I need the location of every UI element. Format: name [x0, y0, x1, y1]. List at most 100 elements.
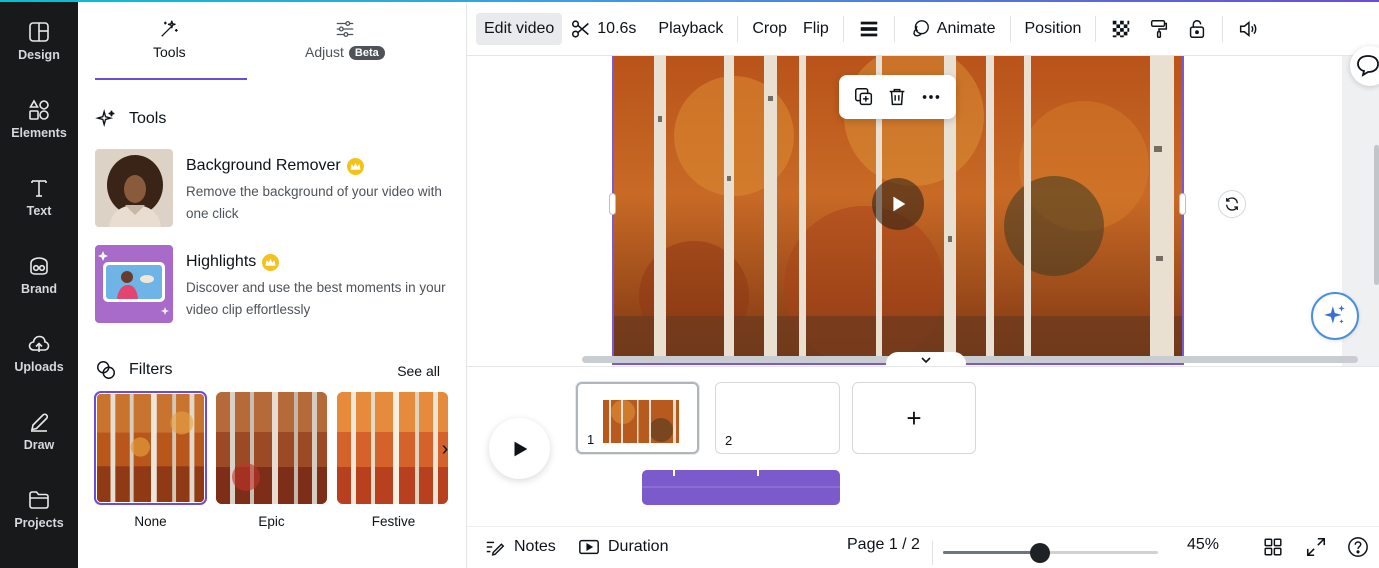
play-icon	[514, 441, 527, 456]
tool-highlights[interactable]: Highlights Discover and use the best mom…	[95, 245, 455, 325]
animate-button[interactable]: Animate	[901, 13, 1004, 45]
duplicate-icon[interactable]	[853, 86, 875, 108]
duration-button[interactable]: Duration	[578, 536, 668, 558]
elements-icon	[29, 99, 49, 120]
video-play-button[interactable]	[872, 178, 924, 230]
tab-tools[interactable]: Tools	[153, 18, 186, 60]
context-toolbar: Edit video 10.6s Playback Crop Flip Anim…	[467, 2, 1379, 56]
transparency-button[interactable]	[1102, 13, 1140, 45]
tool-title-text: Background Remover	[186, 157, 341, 174]
edit-video-button[interactable]: Edit video	[476, 12, 563, 45]
timeline-play-button[interactable]	[489, 418, 550, 479]
crown-icon	[262, 253, 280, 271]
notes-button[interactable]: Notes	[484, 536, 556, 558]
rail-label: Design	[18, 48, 60, 62]
page-number: 2	[725, 433, 733, 448]
toolbar-divider	[893, 15, 895, 42]
transparency-icon	[1113, 20, 1130, 37]
zoom-level-button[interactable]: 45%	[1187, 536, 1219, 554]
page-thumbnail-2[interactable]: 2	[715, 382, 840, 454]
volume-icon	[1240, 20, 1257, 37]
resize-handle-left[interactable]	[609, 193, 616, 215]
rail-item-brand[interactable]: Brand	[0, 236, 78, 306]
rail-item-text[interactable]: Text	[0, 158, 78, 228]
comment-icon	[1357, 55, 1379, 77]
resize-handle-right[interactable]	[1179, 193, 1186, 215]
rail-item-projects[interactable]: Projects	[0, 470, 78, 540]
beta-badge: Beta	[348, 46, 385, 60]
page-1-preview	[603, 400, 679, 443]
zoom-level-text: 45%	[1187, 536, 1220, 553]
scissors-icon	[572, 19, 590, 38]
tools-section-heading: Tools	[95, 108, 166, 130]
rail-label: Projects	[14, 516, 64, 530]
rail-label: Draw	[23, 438, 55, 452]
rotate-icon	[1226, 197, 1238, 211]
text-icon	[31, 180, 47, 197]
magic-wand-icon	[161, 20, 179, 37]
vertical-scrollbar[interactable]	[1374, 145, 1379, 285]
animate-label: Animate	[936, 19, 996, 37]
audio-track-bar[interactable]	[642, 470, 840, 505]
chevron-down-icon	[921, 357, 931, 364]
rail-item-uploads[interactable]: Uploads	[0, 314, 78, 384]
horizontal-scrollbar[interactable]	[582, 356, 1358, 363]
left-rail: Design Elements Text Brand Uploads Draw …	[0, 2, 78, 568]
flip-button[interactable]: Flip	[795, 13, 837, 45]
more-options-icon[interactable]	[920, 86, 942, 108]
crown-icon	[346, 157, 364, 175]
filter-thumbnail	[216, 392, 327, 504]
volume-button[interactable]	[1229, 13, 1267, 45]
highlights-thumbnail	[95, 245, 173, 323]
page-indicator-button[interactable]: Page 1 / 2	[847, 536, 920, 554]
zoom-slider-track[interactable]	[943, 551, 1158, 554]
toolbar-divider	[842, 15, 844, 42]
rail-item-elements[interactable]: Elements	[0, 80, 78, 150]
rail-label: Text	[26, 204, 52, 218]
filter-label: Festive	[371, 514, 416, 529]
comment-button[interactable]	[1350, 46, 1379, 86]
rail-item-draw[interactable]: Draw	[0, 392, 78, 462]
filter-epic[interactable]: Epic	[216, 392, 327, 529]
tool-description: Remove the background of your video with…	[186, 184, 442, 221]
page-thumbnail-1[interactable]: 1	[576, 382, 699, 454]
trash-icon[interactable]	[886, 86, 908, 108]
active-tab-indicator	[95, 78, 247, 80]
filter-thumbnail	[337, 392, 448, 504]
filters-icon	[97, 361, 115, 379]
toolbar-divider	[1095, 15, 1097, 42]
audio-track-markers	[642, 470, 840, 488]
lock-button[interactable]	[1178, 13, 1216, 45]
zoom-slider-fill	[943, 551, 1040, 554]
filter-none[interactable]: None	[94, 391, 207, 529]
sparkle-assistant-icon	[1324, 305, 1345, 324]
tool-title-text: Highlights	[186, 253, 257, 270]
tool-title: Highlights	[186, 253, 280, 271]
crop-button[interactable]: Crop	[744, 13, 795, 45]
line-weight-button[interactable]	[850, 13, 888, 45]
playback-button[interactable]: Playback	[650, 13, 731, 45]
rail-item-design[interactable]: Design	[0, 2, 78, 72]
copy-style-button[interactable]	[1140, 13, 1178, 45]
paint-roller-icon	[1151, 19, 1168, 38]
toolbar-divider	[1222, 15, 1224, 42]
tab-adjust-text: Adjust	[305, 44, 344, 60]
filters-next-chevron-icon[interactable]: ›	[435, 439, 455, 460]
fullscreen-button[interactable]	[1305, 536, 1335, 558]
magic-assistant-button[interactable]	[1311, 292, 1359, 340]
tool-background-remover[interactable]: Background Remover Remove the background…	[95, 149, 455, 229]
add-page-button[interactable]: +	[852, 382, 976, 454]
see-all-filters-link[interactable]: See all	[397, 363, 440, 379]
notes-icon	[486, 541, 505, 556]
help-icon	[1348, 537, 1368, 557]
rotate-button[interactable]	[1218, 190, 1246, 218]
grid-view-button[interactable]	[1262, 536, 1292, 558]
help-button[interactable]	[1347, 536, 1377, 558]
filters-heading-text: Filters	[129, 361, 173, 378]
tab-adjust[interactable]: Adjust Beta	[305, 18, 385, 60]
filter-festive[interactable]: Festive	[337, 392, 450, 529]
zoom-slider-knob[interactable]	[1030, 543, 1050, 563]
position-button[interactable]: Position	[1017, 13, 1090, 45]
toolbar-divider	[737, 15, 739, 42]
trim-button[interactable]: 10.6s	[562, 13, 644, 45]
